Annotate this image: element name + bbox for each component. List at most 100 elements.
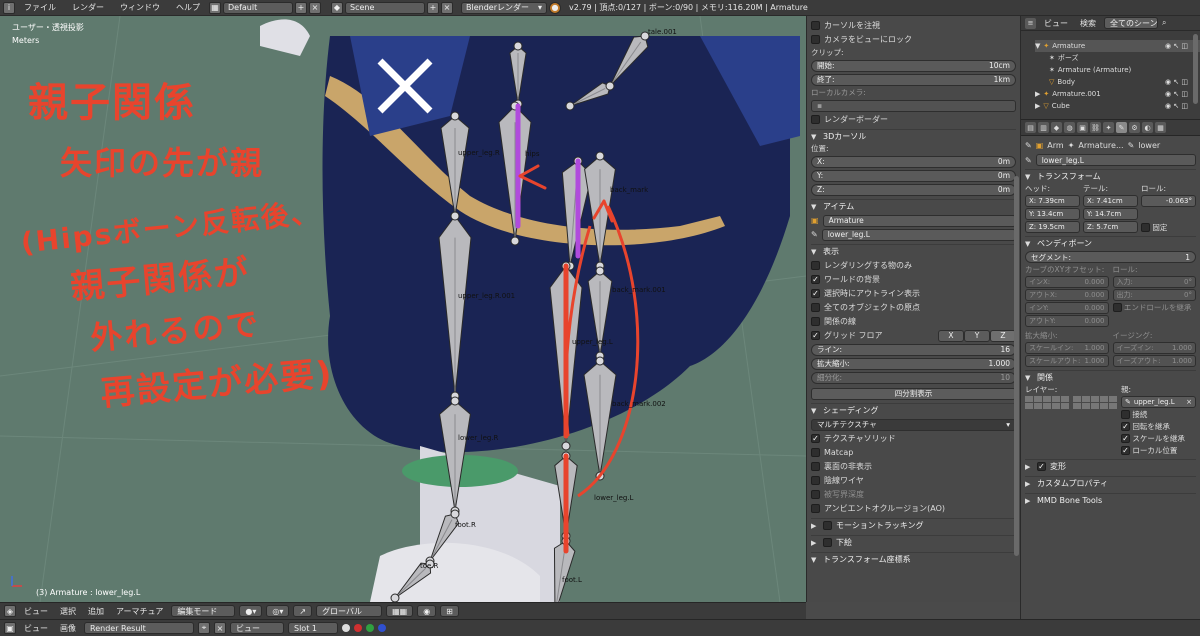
axis-y-toggle[interactable]: Y xyxy=(964,329,990,342)
vp-menu-add[interactable]: 追加 xyxy=(84,606,108,617)
channel-r-icon[interactable] xyxy=(354,624,362,632)
ease-out-field[interactable]: イーズアウト: 1.000 xyxy=(1112,355,1196,367)
grid-floor-checkbox[interactable]: ✓ xyxy=(811,331,820,340)
proportional-edit[interactable]: ◉ xyxy=(417,605,437,617)
menu-file[interactable]: ファイル xyxy=(17,2,63,13)
outliner-row-body[interactable]: ▽ Body ◉ ↖ ◫ xyxy=(1035,76,1200,88)
backface-checkbox[interactable] xyxy=(811,462,820,471)
layers-grid[interactable]: ▦▦ xyxy=(386,605,414,617)
inherit-scale-checkbox[interactable]: ✓ xyxy=(1121,434,1130,443)
render-layers-tab-icon[interactable]: ▥ xyxy=(1038,122,1049,133)
all-origins-checkbox[interactable] xyxy=(811,303,820,312)
relation-lines-checkbox[interactable] xyxy=(811,317,820,326)
image-remove-button[interactable]: × xyxy=(214,622,226,634)
inherit-rot-checkbox[interactable]: ✓ xyxy=(1121,422,1130,431)
menu-window[interactable]: ウィンドウ xyxy=(113,2,167,13)
outline-selected-checkbox[interactable]: ✓ xyxy=(811,289,820,298)
local-camera-field[interactable]: ▪ xyxy=(811,99,1016,112)
vp-menu-view[interactable]: ビュー xyxy=(20,606,52,617)
render-border-row[interactable]: レンダーボーダー xyxy=(811,113,1016,126)
inherit-scale-row[interactable]: ✓ スケールを継承 xyxy=(1121,433,1196,444)
roll-in-field[interactable]: 入力: 0° xyxy=(1112,276,1196,288)
dof-row[interactable]: 被写界深度 xyxy=(811,488,1016,501)
outliner-row-armature[interactable]: ▼ ✦ Armature ◉ ↖ ◫ xyxy=(1035,40,1200,52)
render-border-checkbox[interactable] xyxy=(811,115,820,124)
channel-rgb-icon[interactable] xyxy=(342,624,350,632)
img-menu-view[interactable]: ビュー xyxy=(20,623,52,634)
editor-type-icon[interactable]: i xyxy=(3,1,15,14)
scene-tab-icon[interactable]: ◆ xyxy=(1051,122,1062,133)
clip-start-field[interactable]: 開始: 10cm xyxy=(811,59,1016,72)
outliner-scope-select[interactable]: 全てのシーン xyxy=(1104,17,1158,29)
custom-props-header[interactable]: ▶ カスタムプロパティ xyxy=(1025,476,1196,490)
menu-render[interactable]: レンダー xyxy=(65,2,111,13)
shading-select[interactable]: ●▾ xyxy=(239,605,263,617)
outliner-row-armature-001[interactable]: ▶ ✦ Armature.001 ◉ ↖ ◫ xyxy=(1035,88,1200,100)
scene-icon[interactable]: ◆ xyxy=(331,1,343,14)
scale-in-field[interactable]: スケールイン: 1.000 xyxy=(1025,342,1109,354)
bone-name-field[interactable]: lower_leg.L xyxy=(1035,154,1196,166)
relations-panel-header[interactable]: ▼ 関係 xyxy=(1025,370,1196,384)
scene-add-button[interactable]: + xyxy=(427,1,439,14)
item-bone-field[interactable]: lower_leg.L xyxy=(821,228,1016,241)
scene-remove-button[interactable]: × xyxy=(441,1,453,14)
search-icon[interactable]: ⌕ xyxy=(1162,18,1166,28)
transform-panel-header[interactable]: ▼ トランスフォーム xyxy=(1025,169,1196,183)
local-location-checkbox[interactable]: ✓ xyxy=(1121,446,1130,455)
backface-row[interactable]: 裏面の非表示 xyxy=(811,460,1016,473)
matcap-row[interactable]: Matcap xyxy=(811,446,1016,459)
inherit-end-roll-row[interactable]: エンドロールを継承 xyxy=(1112,302,1197,313)
object-tab-icon[interactable]: ▣ xyxy=(1077,122,1088,133)
head-y-field[interactable]: Y: 13.4cm xyxy=(1025,208,1080,220)
outliner-scrollbar[interactable] xyxy=(1193,34,1198,104)
editor-type-outliner-icon[interactable]: ≡ xyxy=(1025,17,1036,29)
texture-tab-icon[interactable]: ▦ xyxy=(1155,122,1166,133)
image-select[interactable]: Render Result xyxy=(84,622,194,634)
cursor-to-selected-checkbox[interactable] xyxy=(811,21,820,30)
render-engine-select[interactable]: Blenderレンダー ▾ xyxy=(461,1,547,14)
tex-solid-checkbox[interactable]: ✓ xyxy=(811,434,820,443)
in-x-field[interactable]: インX: 0.000 xyxy=(1025,276,1109,288)
menu-help[interactable]: ヘルプ xyxy=(169,2,207,13)
mode-select[interactable]: 編集モード xyxy=(171,605,236,617)
world-bg-row[interactable]: ✓ ワールドの背景 xyxy=(811,273,1016,286)
out-y-field[interactable]: アウトY: 0.000 xyxy=(1025,315,1109,327)
material-tab-icon[interactable]: ◐ xyxy=(1142,122,1153,133)
lock-camera-row[interactable]: カメラをビューにロック xyxy=(811,33,1016,46)
hidden-wire-checkbox[interactable] xyxy=(811,476,820,485)
ao-row[interactable]: アンビエントオクルージョン(AO) xyxy=(811,502,1016,515)
bendy-panel-header[interactable]: ▼ ベンディボーン xyxy=(1025,236,1196,250)
connected-checkbox[interactable] xyxy=(1121,410,1130,419)
vp-menu-armature[interactable]: アーマチュア xyxy=(112,606,167,617)
editor-type-image-icon[interactable]: ▣ xyxy=(4,622,16,634)
data-tab-icon[interactable]: ✦ xyxy=(1103,122,1114,133)
display-view-select[interactable]: ビュー xyxy=(230,622,284,634)
channel-g-icon[interactable] xyxy=(366,624,374,632)
grid-scale-field[interactable]: 拡大縮小: 1.000 xyxy=(811,357,1016,370)
outliner-row-pose[interactable]: ✶ ポーズ xyxy=(1035,52,1200,64)
inherit-end-roll-checkbox[interactable] xyxy=(1112,303,1122,312)
deform-panel-header[interactable]: ▶ ✓ 変形 xyxy=(1025,459,1196,473)
scale-out-field[interactable]: スケールアウト: 1.000 xyxy=(1025,355,1109,367)
editor-type-3d-icon[interactable]: ◈ xyxy=(4,605,16,617)
outliner-row-armature-data[interactable]: ✶ Armature (Armature) xyxy=(1035,64,1200,76)
pin-icon[interactable]: ✎ xyxy=(1025,141,1032,150)
axis-z-toggle[interactable]: Z xyxy=(990,329,1016,342)
mmd-tools-header[interactable]: ▶ MMD Bone Tools xyxy=(1025,493,1196,507)
background-checkbox[interactable] xyxy=(823,538,832,547)
cursor-y-field[interactable]: Y: 0m xyxy=(811,169,1016,182)
grid-lines-field[interactable]: ライン: 16 xyxy=(811,343,1016,356)
cursor-to-selected-row[interactable]: カーソルを注視 xyxy=(811,19,1016,32)
tail-z-field[interactable]: Z: 5.7cm xyxy=(1083,221,1138,233)
display-panel-header[interactable]: ▼ 表示 xyxy=(811,244,1016,258)
roll-out-field[interactable]: 出力: 0° xyxy=(1112,289,1196,301)
outliner-search-menu[interactable]: 検索 xyxy=(1076,18,1100,29)
grid-subdiv-field[interactable]: 細分化: 10 xyxy=(811,371,1016,384)
outliner-view-menu[interactable]: ビュー xyxy=(1040,18,1072,29)
hidden-wire-row[interactable]: 陰線ワイヤ xyxy=(811,474,1016,487)
image-pin-button[interactable]: ⌖ xyxy=(198,622,210,634)
deform-checkbox[interactable]: ✓ xyxy=(1037,462,1046,471)
clip-end-field[interactable]: 終了: 1km xyxy=(811,73,1016,86)
lock-row[interactable]: 固定 xyxy=(1141,222,1196,233)
background-header[interactable]: ▶ 下絵 xyxy=(811,535,1016,549)
